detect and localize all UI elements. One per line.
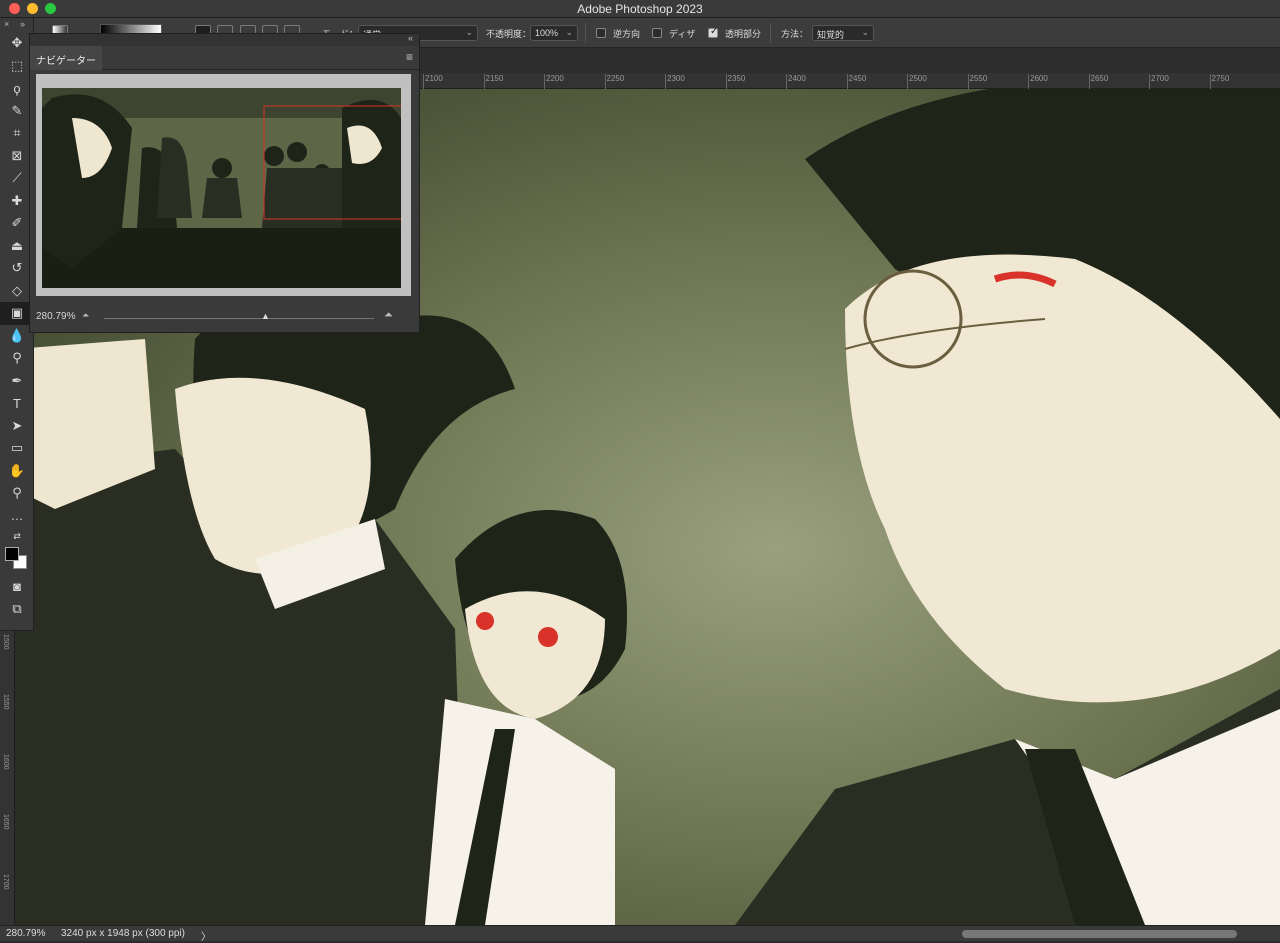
- navigator-thumbnail-art: [42, 88, 401, 288]
- collapse-panel-icon[interactable]: «: [408, 33, 413, 43]
- ruler-tick-label: 2350: [725, 74, 746, 89]
- window-title: Adobe Photoshop 2023: [577, 2, 703, 16]
- dodge-tool-icon[interactable]: ⚲: [0, 347, 34, 370]
- ruler-tick-label: 2300: [665, 74, 685, 89]
- reverse-checkbox[interactable]: [596, 28, 606, 38]
- document-info: 3240 px x 1948 px (300 ppi): [61, 928, 185, 939]
- ruler-tick-label: 1700: [2, 874, 9, 890]
- ruler-tick-label: 2650: [1088, 74, 1109, 89]
- transparency-label: 透明部分: [725, 29, 762, 39]
- dither-label: ディザ: [669, 29, 696, 39]
- ruler-tick-label: 2700: [1149, 74, 1169, 89]
- ruler-tick-label: 2150: [483, 74, 504, 89]
- more-tools-icon[interactable]: …: [0, 505, 34, 528]
- ruler-tick-label: 1600: [2, 754, 9, 770]
- zoom-slider-thumb[interactable]: ▲: [261, 311, 270, 321]
- dither-checkbox[interactable]: [652, 28, 662, 38]
- ruler-tick-label: 2750: [1209, 74, 1230, 89]
- divider: [585, 23, 586, 43]
- zoom-in-icon[interactable]: ⏶: [384, 309, 393, 322]
- navigator-preview[interactable]: [36, 74, 411, 296]
- ruler-tick-label: 2450: [846, 74, 867, 89]
- chevron-down-icon: ⌄: [861, 27, 869, 37]
- status-bar: 280.79% 3240 px x 1948 px (300 ppi) 〉: [0, 925, 1280, 943]
- divider: [770, 23, 771, 43]
- title-bar: Adobe Photoshop 2023: [0, 0, 1280, 18]
- method-label: 方法：: [781, 29, 809, 39]
- panel-menu-icon[interactable]: ≡: [406, 50, 413, 64]
- tools-panel-header: × »: [0, 18, 33, 32]
- ruler-tick-label: 2100: [423, 74, 443, 89]
- expand-icon[interactable]: »: [20, 19, 25, 29]
- type-tool-icon[interactable]: T: [0, 392, 34, 415]
- navigator-zoom-controls: 280.79% ⏶ ▲ ⏶: [30, 308, 419, 328]
- ruler-tick-label: 2250: [604, 74, 625, 89]
- ruler-tick-label: 1550: [2, 694, 9, 710]
- zoom-value[interactable]: 280.79%: [36, 311, 75, 322]
- reverse-label: 逆方向: [613, 29, 641, 39]
- hand-tool-icon[interactable]: ✋: [0, 460, 34, 483]
- rectangle-tool-icon[interactable]: ▭: [0, 437, 34, 460]
- screen-mode-icon[interactable]: ⧉: [0, 598, 34, 621]
- navigator-header: «: [30, 33, 419, 46]
- horizontal-scrollbar[interactable]: [962, 930, 1237, 938]
- status-zoom[interactable]: 280.79%: [6, 928, 45, 939]
- color-swatches: [0, 545, 33, 575]
- transparency-checkbox[interactable]: [708, 26, 718, 38]
- foreground-color-swatch[interactable]: [5, 547, 19, 561]
- close-icon[interactable]: ×: [4, 19, 9, 29]
- navigator-thumbnail: [42, 88, 401, 288]
- navigator-panel: « ナビゲーター ≡ 280.79% ⏶ ▲ ⏶: [29, 33, 420, 333]
- ruler-tick-label: 2400: [786, 74, 806, 89]
- navigator-tabbar: ナビゲーター ≡: [30, 46, 419, 70]
- ruler-tick-label: 1650: [2, 814, 9, 830]
- chevron-down-icon: ⌄: [465, 27, 473, 37]
- tab-navigator[interactable]: ナビゲーター: [30, 46, 102, 70]
- zoom-tool-icon[interactable]: ⚲: [0, 482, 34, 505]
- ruler-tick-label: 2600: [1028, 74, 1048, 89]
- opacity-input[interactable]: 100% ⌄: [530, 25, 578, 41]
- ruler-tick-label: 2550: [967, 74, 988, 89]
- opacity-label: 不透明度：: [486, 29, 532, 39]
- path-selection-tool-icon[interactable]: ➤: [0, 415, 34, 438]
- pen-tool-icon[interactable]: ✒: [0, 370, 34, 393]
- zoom-out-icon[interactable]: ⏶: [82, 310, 89, 321]
- quick-mask-icon[interactable]: ◙: [0, 575, 34, 598]
- ruler-tick-label: 2200: [544, 74, 564, 89]
- ruler-tick-label: 1500: [2, 634, 9, 650]
- swap-colors-icon[interactable]: ⇄: [0, 527, 34, 545]
- method-select[interactable]: 知覚的 ⌄: [812, 25, 874, 41]
- zoom-slider-track[interactable]: [104, 318, 374, 319]
- chevron-down-icon: ⌄: [565, 27, 573, 37]
- ruler-tick-label: 2500: [907, 74, 927, 89]
